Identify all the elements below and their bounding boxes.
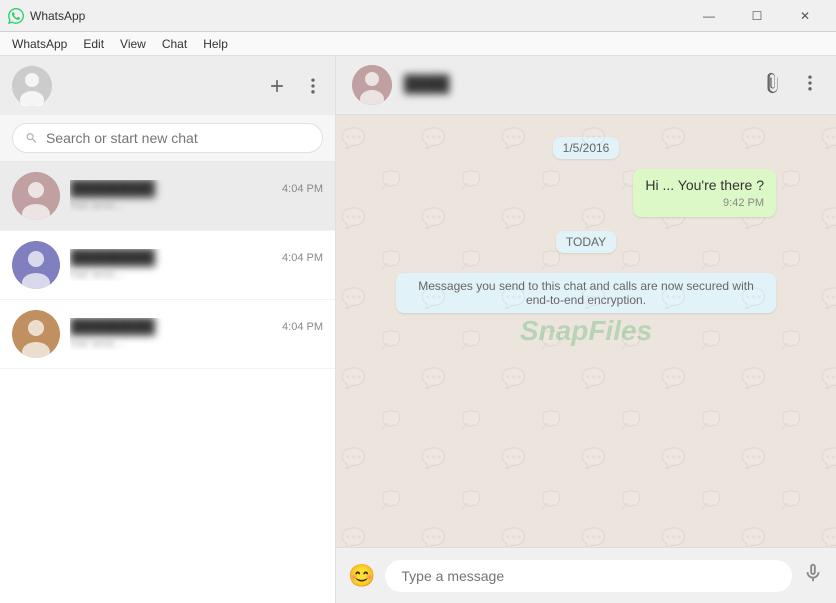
chat-header-left: ████ (352, 65, 449, 105)
more-icon (303, 76, 323, 96)
watermark: SnapFiles (520, 315, 652, 347)
chat-name: ████████ (70, 249, 155, 266)
bubble-content: Hi ... You're there ? 9:42 PM (633, 169, 776, 217)
system-message: Messages you send to this chat and calls… (396, 273, 776, 313)
chat-name: ████████ (70, 180, 155, 197)
app-icon (8, 8, 24, 24)
new-chat-button[interactable] (267, 76, 287, 96)
title-bar-title: WhatsApp (30, 9, 85, 23)
chat-name-row: ████████ 4:04 PM (70, 249, 323, 266)
paperclip-icon (762, 72, 784, 94)
chat-preview: hat and... (70, 266, 323, 281)
left-header-right (267, 76, 323, 96)
contact-avatar-icon (12, 241, 60, 289)
avatar-image (12, 310, 60, 358)
app-container: ████████ 4:04 PM hat and... (0, 56, 836, 603)
search-container (0, 115, 335, 162)
title-bar: WhatsApp — ☐ ✕ (0, 0, 836, 32)
close-button[interactable]: ✕ (782, 0, 828, 32)
chat-more-button[interactable] (800, 73, 820, 98)
right-panel: ████ SnapFiles (336, 56, 836, 603)
date-badge-old: 1/5/2016 (396, 137, 776, 159)
active-contact-icon (352, 65, 392, 105)
left-header (0, 56, 335, 115)
menu-help[interactable]: Help (195, 32, 236, 56)
user-avatar[interactable] (12, 66, 52, 106)
mic-button[interactable] (802, 562, 824, 590)
chat-item[interactable]: ████████ 4:04 PM hat and... (0, 231, 335, 300)
chat-item[interactable]: ████████ 4:04 PM hat and... (0, 162, 335, 231)
contact-avatar-icon (12, 310, 60, 358)
chat-preview: hat and... (70, 197, 323, 212)
left-header-left (12, 66, 52, 106)
more-options-button[interactable] (303, 76, 323, 96)
chat-header-right (762, 72, 820, 99)
chat-messages: SnapFiles 1/5/2016 Hi ... You're there ?… (336, 115, 836, 547)
avatar-image (12, 172, 60, 220)
left-panel: ████████ 4:04 PM hat and... (0, 56, 336, 603)
contact-name: ████ (404, 76, 449, 94)
search-box (12, 123, 323, 153)
menu-whatsapp[interactable]: WhatsApp (4, 32, 75, 56)
profile-icon (12, 66, 52, 106)
system-message-text: Messages you send to this chat and calls… (396, 273, 776, 313)
chat-header: ████ (336, 56, 836, 115)
message-input[interactable] (385, 560, 792, 592)
message-bubble-sent: Hi ... You're there ? 9:42 PM (633, 169, 776, 217)
date-badge-today: TODAY (396, 231, 776, 253)
chat-avatar (12, 172, 60, 220)
chat-time: 4:04 PM (282, 252, 323, 264)
chat-time: 4:04 PM (282, 183, 323, 195)
emoji-button[interactable]: 😊 (348, 563, 375, 589)
chat-list: ████████ 4:04 PM hat and... (0, 162, 335, 603)
chat-info: ████████ 4:04 PM hat and... (70, 180, 323, 212)
input-bar: 😊 (336, 547, 836, 603)
attachment-button[interactable] (762, 72, 784, 99)
title-bar-left: WhatsApp (8, 8, 85, 24)
chat-avatar (12, 241, 60, 289)
chat-more-icon (800, 73, 820, 93)
minimize-button[interactable]: — (686, 0, 732, 32)
contact-avatar-icon (12, 172, 60, 220)
chat-name-row: ████████ 4:04 PM (70, 180, 323, 197)
avatar-image (12, 241, 60, 289)
search-icon (25, 131, 38, 145)
chat-info: ████████ 4:04 PM hat and... (70, 318, 323, 350)
maximize-button[interactable]: ☐ (734, 0, 780, 32)
chat-item[interactable]: ████████ 4:04 PM hat and... (0, 300, 335, 369)
chat-info: ████████ 4:04 PM hat and... (70, 249, 323, 281)
menu-chat[interactable]: Chat (154, 32, 195, 56)
search-input[interactable] (46, 130, 310, 146)
active-chat-avatar[interactable] (352, 65, 392, 105)
menu-view[interactable]: View (112, 32, 154, 56)
chat-time: 4:04 PM (282, 321, 323, 333)
title-bar-controls: — ☐ ✕ (686, 0, 828, 32)
today-badge-text: TODAY (556, 231, 616, 253)
date-badge-text: 1/5/2016 (553, 137, 620, 159)
menu-bar: WhatsApp Edit View Chat Help (0, 32, 836, 56)
microphone-icon (802, 562, 824, 584)
bubble-text: Hi ... You're there ? (645, 177, 764, 193)
chat-name: ████████ (70, 318, 155, 335)
chat-preview: hat and... (70, 335, 323, 350)
menu-edit[interactable]: Edit (75, 32, 112, 56)
chat-avatar (12, 310, 60, 358)
chat-name-row: ████████ 4:04 PM (70, 318, 323, 335)
new-chat-icon (267, 76, 287, 96)
bubble-time: 9:42 PM (645, 197, 764, 209)
